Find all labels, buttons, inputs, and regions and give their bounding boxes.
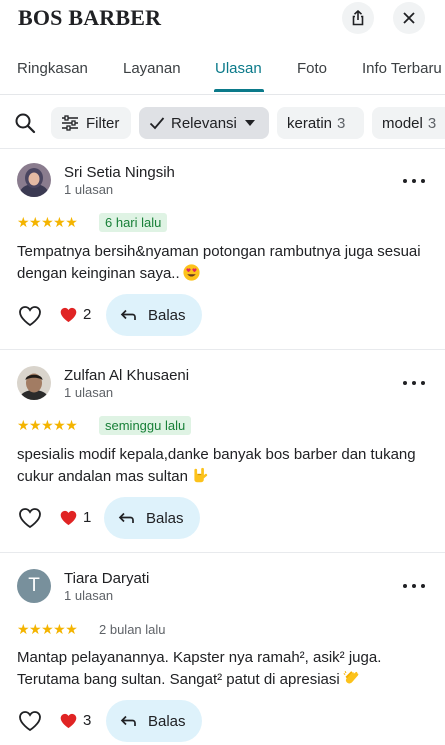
- reply-button[interactable]: Balas: [104, 497, 200, 539]
- reply-label: Balas: [148, 712, 186, 730]
- search-icon: [15, 113, 36, 134]
- active-tab-indicator: [214, 89, 264, 92]
- reply-button[interactable]: Balas: [106, 294, 202, 336]
- search-reviews-button[interactable]: [14, 112, 36, 139]
- review-text: Tempatnya bersih&nyaman potongan rambutn…: [17, 241, 432, 285]
- check-icon: [149, 117, 165, 130]
- avatar-photo: [17, 163, 51, 197]
- reply-arrow-icon: [120, 309, 136, 320]
- keyword-chip-keratin[interactable]: keratin 3: [277, 107, 364, 139]
- reply-arrow-icon: [118, 512, 134, 523]
- more-options-button[interactable]: [403, 582, 425, 590]
- reply-arrow-icon: [120, 715, 136, 726]
- keyword-count: 3: [427, 114, 437, 132]
- sort-relevance-chip[interactable]: Relevansi: [139, 107, 269, 139]
- star-rating: ★★★★★: [17, 621, 78, 637]
- more-options-button[interactable]: [403, 379, 425, 387]
- like-button[interactable]: [18, 710, 42, 732]
- reviewer-name[interactable]: Sri Setia Ningsih: [64, 164, 175, 181]
- reply-label: Balas: [146, 509, 184, 527]
- review-text-line: cukur andalan mas sultan: [17, 466, 432, 488]
- like-count: 3: [60, 712, 91, 729]
- filter-label: Filter: [86, 114, 120, 132]
- avatar[interactable]: [17, 366, 51, 400]
- review-date: 2 bulan lalu: [99, 622, 166, 637]
- review-text-line: Tempatnya bersih&nyaman potongan rambutn…: [17, 243, 421, 260]
- keyword-chip-model[interactable]: model 3: [372, 107, 445, 139]
- keyword-label: keratin: [287, 114, 333, 132]
- page-title: BOS BARBER: [18, 5, 162, 30]
- header: BOS BARBER: [0, 0, 445, 50]
- tab-foto[interactable]: Foto: [297, 60, 327, 77]
- red-heart-icon: [60, 510, 77, 525]
- close-button[interactable]: [393, 2, 425, 34]
- dropdown-triangle-icon: [244, 120, 255, 126]
- sliders-icon: [62, 115, 78, 131]
- review-card: Sri Setia Ningsih 1 ulasan ★★★★★ 6 hari …: [0, 148, 445, 348]
- tab-ringkasan[interactable]: Ringkasan: [17, 60, 88, 77]
- keyword-label: model: [382, 114, 423, 132]
- tab-layanan[interactable]: Layanan: [123, 60, 181, 77]
- close-icon: [403, 12, 415, 24]
- reviewer-name[interactable]: Tiara Daryati: [64, 570, 149, 587]
- red-heart-icon: [60, 307, 77, 322]
- avatar[interactable]: T: [17, 569, 51, 603]
- like-count-value: 3: [83, 712, 92, 729]
- like-button[interactable]: [18, 305, 42, 327]
- reviewer-review-count: 1 ulasan: [64, 182, 114, 197]
- red-heart-icon: [60, 713, 77, 728]
- like-count-value: 2: [83, 306, 92, 323]
- review-date-badge: 6 hari lalu: [99, 213, 168, 232]
- share-button[interactable]: [342, 2, 374, 34]
- avatar-initial: T: [28, 575, 40, 596]
- reply-button[interactable]: Balas: [106, 700, 202, 742]
- more-options-button[interactable]: [403, 177, 425, 185]
- keyword-count: 3: [337, 114, 346, 132]
- review-text-line: Mantap pelayanannya. Kapster nya ramah²,…: [17, 649, 382, 666]
- tab-ulasan[interactable]: Ulasan: [215, 60, 262, 77]
- review-text: Mantap pelayanannya. Kapster nya ramah²,…: [17, 647, 432, 691]
- star-rating: ★★★★★: [17, 417, 78, 433]
- heart-outline-icon: [19, 306, 41, 327]
- review-text: spesialis modif kepala,danke banyak bos …: [17, 444, 432, 488]
- heart-outline-icon: [19, 711, 41, 732]
- review-text-line: Terutama bang sultan. Sangat² patut di a…: [17, 669, 432, 691]
- filter-bar: Filter Relevansi keratin 3 model 3: [0, 105, 445, 143]
- heart-eyes-emoji: [183, 264, 200, 281]
- avatar[interactable]: [17, 163, 51, 197]
- reviewer-review-count: 1 ulasan: [64, 588, 114, 603]
- share-icon: [352, 10, 364, 26]
- review-date-badge: seminggu lalu: [99, 416, 192, 435]
- review-card: T Tiara Daryati 1 ulasan ★★★★★ 2 bulan l…: [0, 552, 445, 745]
- filter-chip[interactable]: Filter: [51, 107, 131, 139]
- star-rating: ★★★★★: [17, 214, 78, 230]
- like-count: 2: [60, 306, 91, 323]
- rock-on-emoji: [194, 467, 208, 483]
- avatar-photo: [17, 366, 51, 400]
- review-text-line: dengan keinginan saya..: [17, 263, 432, 285]
- like-button[interactable]: [18, 507, 42, 529]
- review-card: Zulfan Al Khusaeni 1 ulasan ★★★★★ seming…: [0, 349, 445, 552]
- reply-label: Balas: [148, 306, 186, 324]
- like-count: 1: [60, 509, 91, 526]
- reviewer-name[interactable]: Zulfan Al Khusaeni: [64, 367, 189, 384]
- review-text-line: spesialis modif kepala,danke banyak bos …: [17, 446, 416, 463]
- heart-outline-icon: [19, 508, 41, 529]
- clapping-emoji: [343, 671, 359, 684]
- sort-label: Relevansi: [171, 114, 237, 132]
- like-count-value: 1: [83, 509, 92, 526]
- tab-info-terbaru[interactable]: Info Terbaru: [362, 60, 442, 77]
- reviewer-review-count: 1 ulasan: [64, 385, 114, 400]
